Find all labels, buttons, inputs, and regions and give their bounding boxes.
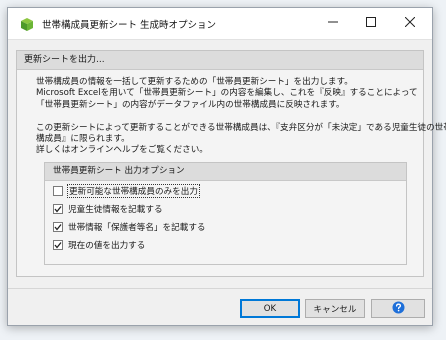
option-include-student-info[interactable]: 児童生徒情報を記載する bbox=[53, 201, 164, 217]
minimize-icon bbox=[328, 17, 338, 30]
maximize-icon bbox=[366, 17, 376, 30]
description-line: 世帯構成員の情報を一括して更新するための「世帯員更新シート」を出力します。 bbox=[36, 77, 353, 87]
checkmark-icon bbox=[54, 224, 62, 231]
section-header: 更新シートを出力... bbox=[17, 51, 423, 70]
description-text: 世帯構成員の情報を一括して更新するための「世帯員更新シート」を出力します。 Mi… bbox=[36, 77, 446, 157]
description-line: 「世帯員更新シート」の内容がデータファイル内の世帯構成員に反映されます。 bbox=[36, 99, 345, 110]
description-line: Microsoft Excelを用いて「世帯員更新シート」の内容を編集し、これを… bbox=[36, 88, 418, 99]
app-icon bbox=[19, 16, 35, 32]
option-label: 児童生徒情報を記載する bbox=[68, 205, 163, 215]
minimize-button[interactable] bbox=[316, 8, 350, 39]
description-line: この更新シートによって更新することができる世帯構成員は、『支弁区分が「未決定」で… bbox=[36, 122, 446, 133]
option-label: 更新可能な世帯構成員のみを出力 bbox=[67, 184, 200, 198]
footer-divider bbox=[8, 288, 432, 289]
option-include-guardian-name[interactable]: 世帯情報「保護者等名」を記載する bbox=[53, 219, 207, 235]
close-icon bbox=[404, 16, 416, 30]
ok-button[interactable]: OK bbox=[240, 299, 300, 318]
checkbox[interactable] bbox=[53, 204, 63, 214]
option-label: 世帯情報「保護者等名」を記載する bbox=[68, 223, 206, 233]
maximize-button[interactable] bbox=[354, 8, 388, 39]
cancel-button-label: キャンセル bbox=[313, 304, 357, 315]
title-bar[interactable]: 世帯構成員更新シート 生成時オプション bbox=[8, 8, 432, 40]
option-output-updatable-only[interactable]: 更新可能な世帯構成員のみを出力 bbox=[53, 183, 200, 199]
checkbox[interactable] bbox=[53, 240, 63, 250]
checkbox[interactable] bbox=[53, 222, 63, 232]
close-button[interactable] bbox=[393, 8, 427, 39]
description-line: 詳しくはオンラインヘルプをご覧ください。 bbox=[36, 145, 208, 156]
window-title: 世帯構成員更新シート 生成時オプション bbox=[42, 20, 217, 31]
help-icon bbox=[392, 301, 405, 317]
checkmark-icon bbox=[54, 242, 62, 249]
options-header: 世帯員更新シート 出力オプション bbox=[45, 163, 406, 181]
main-panel: 更新シートを出力... 世帯構成員の情報を一括して更新するための「世帯員更新シー… bbox=[16, 50, 446, 277]
cancel-button[interactable]: キャンセル bbox=[305, 299, 365, 318]
options-dialog: 世帯構成員更新シート 生成時オプション 更新シートを出力... 世帯構成員の情報… bbox=[7, 7, 446, 326]
checkmark-icon bbox=[54, 206, 62, 213]
option-label: 現在の値を出力する bbox=[68, 241, 146, 251]
help-button[interactable] bbox=[371, 299, 425, 318]
description-line: 構成員』に限られます。 bbox=[36, 134, 130, 145]
checkbox[interactable] bbox=[53, 186, 63, 196]
option-output-current-values[interactable]: 現在の値を出力する bbox=[53, 237, 146, 253]
ok-button-label: OK bbox=[263, 303, 277, 314]
output-options-group: 世帯員更新シート 出力オプション 更新可能な世帯構成員のみを出力 児童生徒情報を… bbox=[44, 162, 407, 265]
